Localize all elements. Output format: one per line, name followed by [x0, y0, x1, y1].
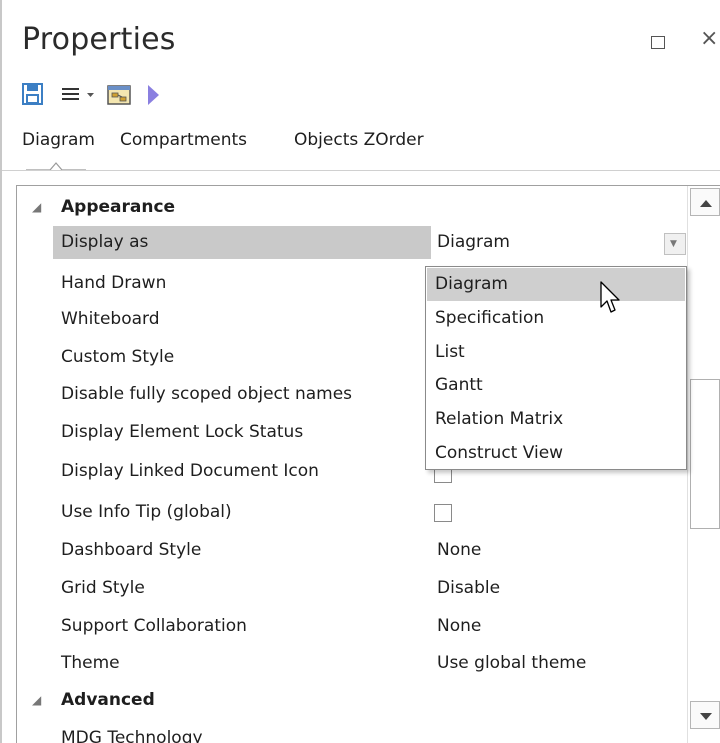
property-name: Hand Drawn	[61, 273, 167, 293]
property-row[interactable]: MDG Technology	[17, 722, 687, 743]
scroll-down-icon	[700, 713, 712, 720]
category-label: Advanced	[61, 690, 155, 710]
checkbox[interactable]	[434, 504, 452, 522]
property-row-display-as[interactable]: Display as Diagram ▼	[17, 226, 687, 259]
tab-compartments[interactable]: Compartments	[120, 130, 247, 150]
property-value[interactable]: Use global theme	[437, 647, 586, 680]
property-value[interactable]: Disable	[437, 572, 500, 605]
dropdown-option[interactable]: Diagram	[427, 268, 685, 301]
property-name: Support Collaboration	[61, 616, 247, 636]
category-appearance[interactable]: ◢ Appearance	[17, 191, 687, 224]
property-name: Display Element Lock Status	[61, 422, 304, 442]
dropdown-option[interactable]: Specification	[427, 302, 685, 335]
collapse-triangle-icon[interactable]: ◢	[32, 197, 41, 217]
property-name: Display as	[61, 232, 149, 252]
property-name: Grid Style	[61, 578, 145, 598]
property-name: Theme	[61, 653, 120, 673]
diagram-properties-icon[interactable]	[106, 80, 134, 110]
dropdown-option[interactable]: Relation Matrix	[427, 403, 685, 436]
play-icon[interactable]	[146, 80, 162, 110]
property-row[interactable]: Dashboard Style None	[17, 534, 687, 567]
collapse-triangle-icon[interactable]: ◢	[32, 690, 41, 710]
property-row[interactable]: Support Collaboration None	[17, 610, 687, 643]
property-value[interactable]: None	[437, 610, 481, 643]
tab-separator	[2, 170, 720, 171]
dropdown-button[interactable]: ▼	[664, 233, 686, 255]
toolbar	[22, 80, 322, 110]
dropdown-option[interactable]: Construct View	[427, 437, 685, 470]
dropdown-arrow-icon[interactable]	[86, 80, 96, 110]
tab-objects-zorder[interactable]: Objects ZOrder	[294, 130, 424, 150]
close-button[interactable]: ×	[700, 28, 718, 50]
scroll-up-button[interactable]	[690, 188, 720, 216]
scrollbar-thumb[interactable]	[690, 379, 720, 529]
property-name: Disable fully scoped object names	[61, 384, 353, 404]
scroll-up-icon	[700, 200, 712, 207]
properties-window: Properties × Diagram Compartments Object…	[0, 0, 720, 743]
property-row[interactable]: Grid Style Disable	[17, 572, 687, 605]
category-label: Appearance	[61, 197, 176, 217]
category-advanced[interactable]: ◢ Advanced	[17, 684, 687, 717]
property-name: Whiteboard	[61, 309, 160, 329]
menu-icon[interactable]	[60, 80, 82, 110]
property-value[interactable]: Diagram	[437, 226, 510, 259]
dropdown-option[interactable]: Gantt	[427, 369, 685, 402]
save-icon[interactable]	[22, 80, 44, 110]
tab-diagram[interactable]: Diagram	[22, 130, 95, 150]
property-value[interactable]: None	[437, 534, 481, 567]
property-name: MDG Technology	[61, 728, 203, 743]
window-title: Properties	[22, 22, 176, 57]
restore-button[interactable]	[651, 36, 665, 49]
dropdown-option[interactable]: List	[427, 336, 685, 369]
property-row[interactable]: Use Info Tip (global)	[17, 496, 687, 529]
vertical-scrollbar[interactable]	[687, 186, 720, 743]
window-left-border	[0, 0, 2, 743]
active-tab-indicator	[26, 162, 86, 171]
mouse-cursor-icon	[600, 281, 620, 313]
scroll-down-button[interactable]	[690, 701, 720, 729]
property-name: Dashboard Style	[61, 540, 202, 560]
property-name: Display Linked Document Icon	[61, 461, 319, 481]
chevron-down-icon: ▼	[670, 239, 677, 249]
display-as-dropdown-list: Diagram Specification List Gantt Relatio…	[425, 266, 687, 470]
property-name: Custom Style	[61, 347, 175, 367]
property-row[interactable]: Theme Use global theme	[17, 647, 687, 680]
property-name: Use Info Tip (global)	[61, 502, 232, 522]
